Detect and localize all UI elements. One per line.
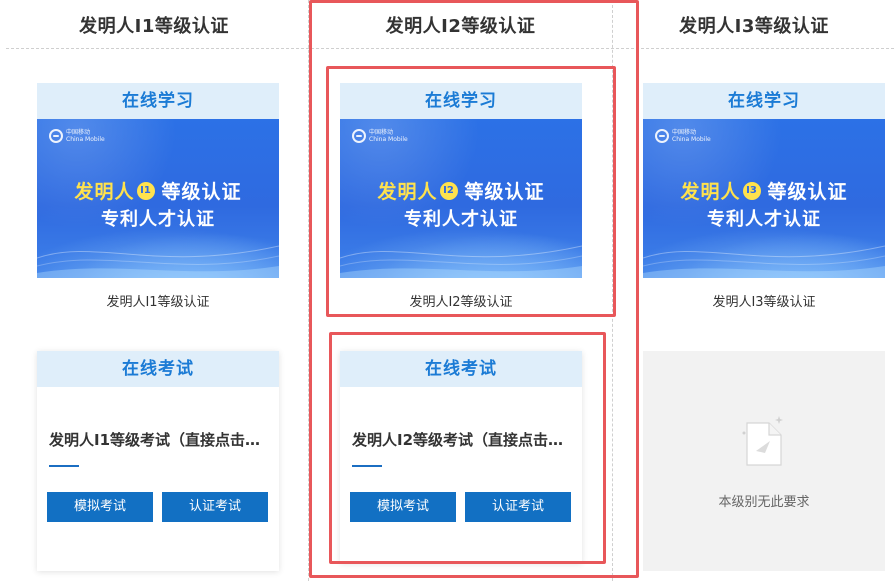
exam-title: 发明人I1等级考试（直接点击考试前往线上考试） <box>49 431 269 449</box>
china-mobile-logo: 中国移动 China Mobile <box>655 129 711 143</box>
course-caption-link[interactable]: 发明人I3等级认证 <box>643 291 885 310</box>
level-column-i1: 发明人I1等级认证 在线学习 中国移动 China Mobile 发明人 I1 等级认… <box>0 0 308 581</box>
no-requirement-placeholder: 本级别无此要求 <box>643 351 885 571</box>
empty-document-icon <box>742 416 783 466</box>
column-title: 发明人I1等级认证 <box>79 16 229 37</box>
mock-exam-button[interactable]: 模拟考试 <box>47 492 153 522</box>
exam-title-underline <box>49 465 79 467</box>
online-exam-header: 在线考试 <box>37 351 279 387</box>
level-badge-icon: I1 <box>136 181 155 200</box>
course-caption-link[interactable]: 发明人I1等级认证 <box>37 291 279 310</box>
online-study-header: 在线学习 <box>37 83 279 119</box>
banner-headline: 发明人 I1 等级认证 <box>74 181 242 203</box>
online-study-card[interactable]: 在线学习 中国移动 China Mobile 发明人 I3 等级认证 专利人才认证 <box>643 83 885 278</box>
highlight-frame-study <box>326 66 616 317</box>
column-title: 发明人I3等级认证 <box>679 16 829 37</box>
banner-subheadline: 专利人才认证 <box>101 209 215 230</box>
level-column-i3: 发明人I3等级认证 在线学习 中国移动 China Mobile 发明人 I3 等级认… <box>613 0 895 581</box>
banner-headline: 发明人 I3 等级认证 <box>680 181 848 203</box>
china-mobile-logo-icon <box>655 129 669 143</box>
certification-exam-button[interactable]: 认证考试 <box>162 492 268 522</box>
level-badge-icon: I3 <box>742 181 761 200</box>
online-study-card[interactable]: 在线学习 中国移动 China Mobile 发明人 I1 等级认证 专利人才认证 <box>37 83 279 278</box>
course-banner-image[interactable]: 中国移动 China Mobile 发明人 I3 等级认证 专利人才认证 <box>643 119 885 278</box>
online-study-header: 在线学习 <box>643 83 885 119</box>
no-requirement-text: 本级别无此要求 <box>718 495 810 510</box>
course-banner-image[interactable]: 中国移动 China Mobile 发明人 I1 等级认证 专利人才认证 <box>37 119 279 278</box>
china-mobile-logo-icon <box>49 129 63 143</box>
online-exam-card: 在线考试 发明人I1等级考试（直接点击考试前往线上考试） 模拟考试 认证考试 <box>37 351 279 571</box>
banner-subheadline: 专利人才认证 <box>707 209 821 230</box>
highlight-frame-exam <box>329 332 606 564</box>
china-mobile-logo: 中国移动 China Mobile <box>49 129 105 143</box>
